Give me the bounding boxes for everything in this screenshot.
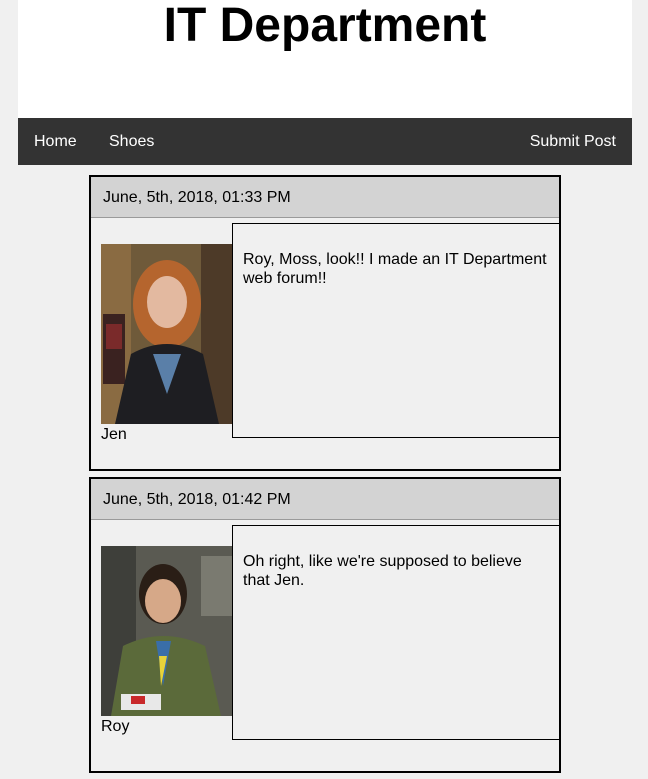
author-name: Jen: [101, 426, 127, 443]
nav-home-link[interactable]: Home: [34, 118, 77, 165]
post: June, 5th, 2018, 01:33 PM Jen Roy, Moss,…: [89, 175, 561, 471]
post-body: Oh right, like we're supposed to believe…: [232, 525, 560, 740]
site-title: IT Department: [163, 0, 487, 52]
post-author: Roy: [101, 546, 233, 736]
post-date: June, 5th, 2018, 01:33 PM: [91, 177, 559, 218]
author-avatar: [101, 546, 232, 716]
nav-submit-post-link[interactable]: Submit Post: [530, 118, 616, 165]
post-body: Roy, Moss, look!! I made an IT Departmen…: [232, 223, 560, 438]
nav-shoes-link[interactable]: Shoes: [109, 118, 154, 165]
author-avatar: [101, 244, 232, 424]
post-list: June, 5th, 2018, 01:33 PM Jen Roy, Moss,…: [89, 175, 561, 779]
post: June, 5th, 2018, 01:42 PM Roy Oh right, …: [89, 477, 561, 773]
post-date: June, 5th, 2018, 01:42 PM: [91, 479, 559, 520]
author-name: Roy: [101, 718, 130, 735]
post-author: Jen: [101, 244, 233, 444]
navbar: Home Shoes Submit Post: [18, 118, 632, 165]
site-header: IT Department: [18, 0, 632, 118]
